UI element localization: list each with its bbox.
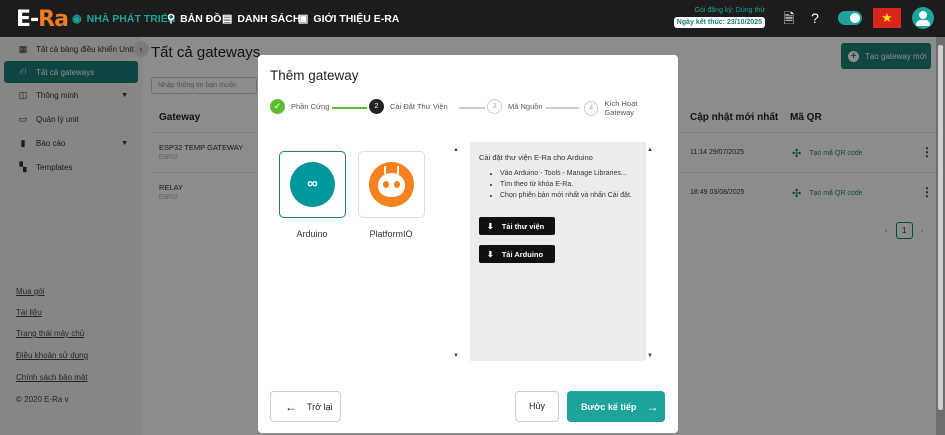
document-icon[interactable]: 🗎 bbox=[779, 8, 799, 28]
page-scrollbar[interactable] bbox=[936, 37, 945, 435]
step-number: 4 bbox=[584, 100, 599, 116]
nav-list[interactable]: ▤ DANH SÁCH bbox=[222, 12, 300, 26]
check-icon: ✓ bbox=[270, 99, 285, 114]
step-number: 2 bbox=[369, 99, 384, 114]
download-icon: ⬇ bbox=[487, 249, 494, 259]
cancel-button[interactable]: Hủy bbox=[515, 391, 559, 422]
add-gateway-dialog: Thêm gateway ✓ Phần Cứng 2 Cài Đặt Thư V… bbox=[258, 55, 678, 433]
stepper: ✓ Phần Cứng 2 Cài Đặt Thư Viện 3 Mã Nguồ… bbox=[270, 99, 666, 117]
vietnam-flag-icon[interactable]: ★ bbox=[873, 8, 901, 28]
arrow-left-icon: ← bbox=[285, 399, 297, 414]
step-hardware[interactable]: ✓ Phần Cứng bbox=[270, 99, 329, 114]
era-logo[interactable]: E-Ra bbox=[16, 7, 69, 32]
scroll-down-icon[interactable]: ▼ bbox=[453, 353, 459, 359]
board-label-arduino: Arduino bbox=[296, 229, 328, 239]
board-list-scrollbar[interactable]: ▲ ▼ bbox=[453, 147, 461, 359]
scroll-down-icon[interactable]: ▼ bbox=[647, 353, 653, 359]
step-connector bbox=[459, 107, 485, 109]
list-item: Vào Arduino - Tools - Manage Libraries..… bbox=[500, 170, 632, 177]
help-icon[interactable]: ? bbox=[805, 8, 825, 28]
list-item: Tìm theo từ khóa E-Ra. bbox=[500, 181, 632, 188]
wifi-icon: ◉ bbox=[72, 13, 82, 25]
nav-map[interactable]: ⚲ BẢN ĐỒ bbox=[167, 12, 221, 26]
download-icon: ⬇ bbox=[487, 221, 494, 231]
instructions-scrollbar[interactable]: ▲ ▼ bbox=[647, 147, 655, 359]
instructions-list: Vào Arduino - Tools - Manage Libraries..… bbox=[490, 170, 632, 203]
download-library-button[interactable]: ⬇ Tải thư viện bbox=[479, 217, 555, 235]
board-option-platformio[interactable] bbox=[358, 151, 425, 218]
registration-plan: Gói đăng ký: Dùng thử bbox=[694, 7, 765, 14]
platformio-logo-icon bbox=[369, 162, 414, 207]
avatar[interactable] bbox=[912, 7, 934, 29]
step-number: 3 bbox=[487, 99, 502, 114]
map-pin-icon: ⚲ bbox=[167, 13, 176, 25]
step-connector bbox=[546, 107, 579, 109]
scrollbar-thumb[interactable] bbox=[938, 45, 943, 410]
top-bar: E-Ra ◉ NHÀ PHÁT TRIỂN ⚲ BẢN ĐỒ ▤ DANH SÁCH … bbox=[0, 0, 945, 37]
scroll-up-icon[interactable]: ▲ bbox=[453, 147, 459, 153]
board-option-arduino[interactable]: ∞ bbox=[279, 151, 346, 218]
theme-toggle[interactable] bbox=[838, 11, 862, 25]
nav-about[interactable]: ▣ GIỚI THIỆU E-RA bbox=[298, 12, 399, 26]
list-item: Chọn phiên bản mới nhất và nhấn Cài đặt. bbox=[500, 192, 632, 199]
nav-developer[interactable]: ◉ NHÀ PHÁT TRIỂN bbox=[72, 12, 175, 26]
download-arduino-button[interactable]: ⬇ Tải Arduino bbox=[479, 245, 555, 263]
info-card-icon: ▣ bbox=[298, 13, 309, 25]
board-label-platformio: PlatformIO bbox=[369, 229, 413, 239]
back-button[interactable]: ← Trở lại bbox=[270, 391, 341, 422]
step-source-code[interactable]: 3 Mã Nguồn bbox=[487, 99, 543, 114]
dialog-title: Thêm gateway bbox=[270, 68, 359, 83]
arrow-right-icon: → bbox=[646, 399, 659, 414]
next-step-button[interactable]: Bước kế tiếp → bbox=[567, 391, 665, 422]
registration-info[interactable]: Gói đăng ký: Dùng thử Ngày kết thúc: 23/… bbox=[673, 7, 765, 28]
arduino-logo-icon: ∞ bbox=[290, 162, 335, 207]
scroll-up-icon[interactable]: ▲ bbox=[647, 147, 653, 153]
step-activate[interactable]: 4 Kích Hoạt Gateway bbox=[584, 99, 666, 117]
list-icon: ▤ bbox=[222, 13, 233, 25]
step-connector bbox=[332, 107, 367, 109]
step-library[interactable]: 2 Cài Đặt Thư Viện bbox=[369, 99, 448, 114]
instructions-panel: Cài đặt thư viện E-Ra cho Arduino Vào Ar… bbox=[470, 142, 646, 361]
instructions-title: Cài đặt thư viện E-Ra cho Arduino bbox=[479, 153, 593, 162]
registration-end-badge: Ngày kết thúc: 23/10/2025 bbox=[673, 17, 765, 28]
